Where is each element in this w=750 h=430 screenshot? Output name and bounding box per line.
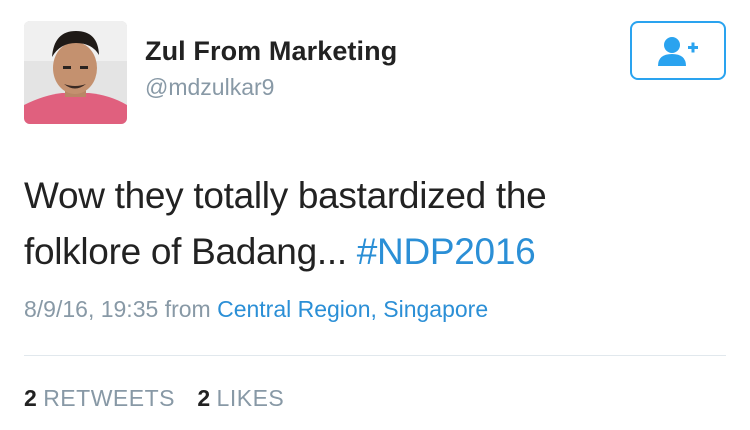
likes-count: 2 [197, 385, 211, 411]
user-handle[interactable]: @mdzulkar9 [145, 74, 274, 101]
from-label: from [164, 296, 211, 322]
divider [24, 355, 726, 356]
likes-stat[interactable]: 2 LIKES [197, 385, 284, 412]
likes-label: LIKES [216, 385, 285, 411]
tweet-text: Wow they totally bastardized the folklor… [24, 168, 724, 280]
tweet-text-line-2: folklore of Badang... #NDP2016 [24, 224, 724, 280]
tweet-text-line-1: Wow they totally bastardized the [24, 175, 547, 216]
user-avatar-photo [24, 21, 127, 124]
location-link[interactable]: Central Region, Singapore [217, 296, 488, 322]
tweet-stats: 2 RETWEETS 2 LIKES [24, 385, 284, 412]
retweets-stat[interactable]: 2 RETWEETS [24, 385, 175, 412]
add-user-icon [658, 36, 698, 66]
retweets-label: RETWEETS [43, 385, 175, 411]
hashtag-link[interactable]: #NDP2016 [357, 231, 536, 272]
user-display-name[interactable]: Zul From Marketing [145, 36, 397, 67]
retweets-count: 2 [24, 385, 37, 411]
tweet-text-line-2-prefix: folklore of Badang... [24, 231, 357, 272]
tweet-timestamp: 8/9/16, 19:35 [24, 296, 159, 322]
follow-button[interactable] [630, 21, 726, 80]
avatar[interactable] [24, 21, 127, 124]
tweet-meta: 8/9/16, 19:35 from Central Region, Singa… [24, 296, 488, 323]
